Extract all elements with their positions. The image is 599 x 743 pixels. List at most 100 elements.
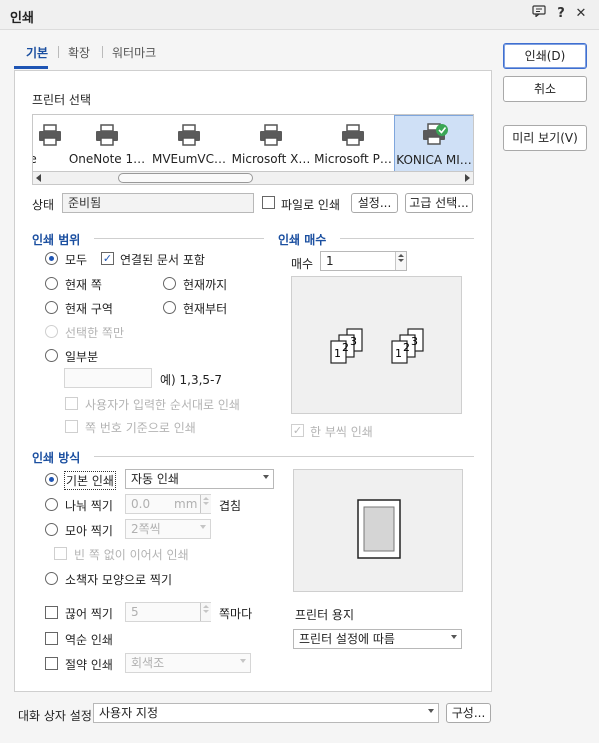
copies-spinner[interactable]	[395, 252, 406, 270]
method-gather-label: 모아 찍기	[65, 524, 113, 538]
method-gather-radio[interactable]	[45, 523, 58, 536]
divider	[94, 456, 474, 457]
tab-basic[interactable]: 기본	[26, 44, 48, 61]
spin-up-icon[interactable]	[398, 254, 404, 257]
print-to-file-label: 파일로 인쇄	[281, 198, 341, 212]
scroll-right-icon[interactable]	[465, 174, 470, 182]
scroll-thumb[interactable]	[118, 173, 253, 183]
range-all-radio[interactable]	[45, 252, 58, 265]
tab-watermark-label: 워터마크	[112, 46, 157, 60]
cut-print-label: 끊어 찍기	[65, 607, 113, 621]
preview-button[interactable]: 미리 보기(V)	[503, 125, 587, 151]
stack-label: 1	[395, 347, 402, 360]
stack-label: 2	[403, 341, 410, 354]
include-linked-checkbox[interactable]: ✓	[101, 252, 114, 265]
range-from-current-radio[interactable]	[163, 301, 176, 314]
printer-name: OneNote 1…	[68, 152, 146, 166]
paper-select-value: 프린터 설정에 따름	[299, 632, 395, 646]
method-split-radio[interactable]	[45, 498, 58, 511]
printer-name: MVEumVC…	[151, 152, 227, 166]
copies-heading: 인쇄 매수	[278, 233, 327, 247]
chevron-down-icon	[240, 659, 246, 663]
status-label: 상태	[32, 198, 55, 212]
status-value: 준비됨	[62, 193, 254, 213]
range-current-section-label: 현재 구역	[65, 302, 113, 316]
tab-basic-label: 기본	[26, 46, 49, 60]
range-to-current-radio[interactable]	[163, 277, 176, 290]
chevron-down-icon	[428, 709, 434, 713]
method-split-label: 나눠 찍기	[65, 499, 113, 513]
printer-select-label: 프린터 선택	[32, 93, 92, 107]
split-overlap-unit: mm	[174, 497, 198, 511]
printer-list-scrollbar[interactable]	[32, 171, 474, 185]
printer-item[interactable]: MVEumVC…	[149, 115, 229, 171]
cut-pages-input[interactable]: 5	[125, 602, 211, 622]
copies-count-input[interactable]: 1	[320, 251, 407, 271]
range-selected-only-radio	[45, 325, 58, 338]
config-button[interactable]: 구성...	[446, 703, 491, 723]
cut-print-checkbox[interactable]	[45, 606, 58, 619]
copies-preview: 3 2 1 3 2 1	[291, 276, 462, 414]
range-selected-only-label: 선택한 쪽만	[65, 326, 125, 340]
cancel-button[interactable]: 취소	[503, 76, 587, 102]
stack-label: 3	[411, 335, 418, 348]
save-ink-select-value: 회색조	[131, 656, 165, 670]
dialog-settings-select[interactable]: 사용자 지정	[93, 703, 439, 723]
collate-stack-icon: 3 2 1 3 2 1	[330, 328, 424, 364]
spin-down-icon[interactable]	[398, 259, 404, 262]
printer-item-selected[interactable]: KONICA MI…	[394, 115, 473, 171]
range-current-page-label: 현재 쪽	[65, 278, 102, 292]
settings-button[interactable]: 설정...	[351, 193, 398, 213]
partial-range-example: 예) 1,3,5-7	[160, 373, 223, 387]
dialog-settings-value: 사용자 지정	[99, 706, 159, 720]
tab-extended[interactable]: 확장	[68, 44, 90, 61]
range-all-label: 모두	[65, 253, 88, 267]
print-method-heading: 인쇄 방식	[32, 451, 81, 465]
print-to-file-checkbox[interactable]	[262, 196, 275, 209]
advanced-select-button[interactable]: 고급 선택...	[405, 193, 473, 213]
overlap-label: 겹침	[219, 499, 242, 513]
close-icon[interactable]: ✕	[572, 5, 590, 23]
printer-icon	[178, 124, 200, 146]
printer-name: KONICA MI…	[396, 153, 472, 167]
printer-item[interactable]: Microsoft P…	[313, 115, 393, 171]
method-basic-radio[interactable]	[45, 473, 58, 486]
include-linked-label: 연결된 문서 포함	[120, 253, 205, 267]
range-to-current-label: 현재까지	[183, 278, 228, 292]
gather-select[interactable]: 2쪽씩	[125, 519, 211, 539]
help-icon[interactable]: ?	[552, 5, 570, 23]
tab-watermark[interactable]: 워터마크	[112, 44, 156, 61]
printer-list[interactable]: ote OneNote 1… MVEumVC… Microsoft X… Mic…	[32, 114, 474, 172]
range-partial-radio[interactable]	[45, 349, 58, 362]
spin-up-icon	[203, 605, 209, 608]
paper-label: 프린터 용지	[295, 608, 355, 622]
method-booklet-radio[interactable]	[45, 572, 58, 585]
printer-item[interactable]: Microsoft X…	[231, 115, 311, 171]
save-ink-select[interactable]: 회색조	[125, 653, 251, 673]
save-ink-label: 절약 인쇄	[65, 658, 113, 672]
printer-item[interactable]: OneNote 1…	[67, 115, 147, 171]
paper-select[interactable]: 프린터 설정에 따름	[293, 629, 462, 649]
tab-separator	[58, 46, 59, 58]
divider	[94, 238, 264, 239]
reverse-print-checkbox[interactable]	[45, 632, 58, 645]
default-printer-icon	[423, 123, 448, 145]
dialog-settings-label: 대화 상자 설정	[18, 709, 92, 723]
range-current-page-radio[interactable]	[45, 277, 58, 290]
partial-range-input[interactable]	[64, 368, 152, 388]
printer-icon	[39, 124, 61, 146]
basic-print-select[interactable]: 자동 인쇄	[125, 469, 274, 489]
save-ink-checkbox[interactable]	[45, 657, 58, 670]
range-partial-label: 일부분	[65, 350, 99, 364]
no-blank-label: 빈 쪽 없이 이어서 인쇄	[74, 548, 189, 562]
cut-unit-label: 쪽마다	[219, 607, 253, 621]
title-bar: 인쇄 ? ✕	[0, 0, 599, 30]
print-button[interactable]: 인쇄(D)	[503, 43, 587, 69]
printer-item[interactable]: ote	[33, 115, 67, 171]
split-overlap-input[interactable]: 0.0 mm	[125, 494, 211, 514]
chevron-down-icon	[263, 475, 269, 479]
no-blank-checkbox	[54, 547, 67, 560]
scroll-left-icon[interactable]	[36, 174, 41, 182]
range-current-section-radio[interactable]	[45, 301, 58, 314]
chat-icon[interactable]	[530, 5, 548, 23]
